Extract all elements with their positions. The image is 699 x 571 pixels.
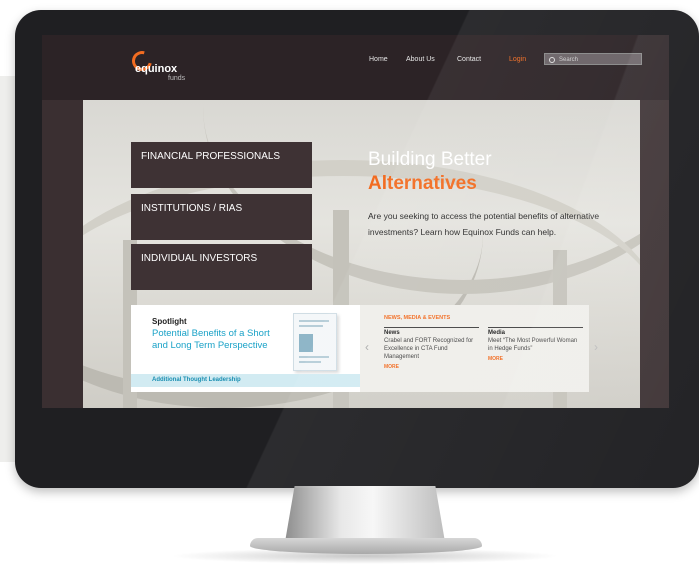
- chevron-left-icon[interactable]: ‹: [365, 340, 369, 354]
- hero-title-line1: Building Better: [368, 149, 492, 170]
- thumbnail-line: [299, 325, 323, 327]
- thumbnail-line: [299, 320, 329, 322]
- additional-thought-leadership-link[interactable]: Additional Thought Leadership: [131, 374, 360, 387]
- spotlight-label: Spotlight: [152, 317, 187, 326]
- website-screen: equinox funds Home About Us Contact Logi…: [42, 35, 669, 408]
- news-more-link[interactable]: MORE: [384, 364, 479, 370]
- news-divider: [384, 327, 479, 328]
- nav-home[interactable]: Home: [369, 56, 388, 63]
- media-item: Media Meet “The Most Powerful Woman in H…: [488, 327, 583, 362]
- logo-subtitle: funds: [168, 75, 186, 82]
- news-item: News Crabel and FORT Recognized for Exce…: [384, 327, 479, 370]
- search-icon: [549, 57, 555, 63]
- nav-login[interactable]: Login: [509, 56, 526, 63]
- news-media-events-panel: ‹ NEWS, MEDIA & EVENTS News Crabel and F…: [360, 305, 589, 392]
- thumbnail-line: [299, 361, 321, 363]
- monitor-stand-neck: [285, 486, 445, 542]
- spotlight-title-link[interactable]: Potential Benefits of a Short and Long T…: [152, 328, 274, 352]
- site-header: equinox funds Home About Us Contact Logi…: [42, 35, 669, 100]
- news-section-label: NEWS, MEDIA & EVENTS: [384, 315, 451, 321]
- right-strip: [640, 100, 669, 408]
- chevron-right-icon[interactable]: ›: [594, 340, 598, 354]
- thumbnail-graphic: [299, 334, 313, 352]
- media-heading: Media: [488, 330, 506, 336]
- thumbnail-line: [299, 356, 329, 358]
- media-more-link[interactable]: MORE: [488, 356, 583, 362]
- financial-professionals-button[interactable]: FINANCIAL PROFESSIONALS: [131, 142, 312, 188]
- individual-investors-button[interactable]: INDIVIDUAL INVESTORS: [131, 244, 312, 290]
- institutions-rias-button[interactable]: INSTITUTIONS / RIAS: [131, 194, 312, 240]
- search-input[interactable]: Search: [544, 53, 642, 65]
- media-body-link[interactable]: Meet “The Most Powerful Woman in Hedge F…: [488, 337, 583, 353]
- hero-title-line2: Alternatives: [368, 173, 477, 194]
- monitor-stand-base: [250, 538, 482, 554]
- spotlight-panel[interactable]: Spotlight Potential Benefits of a Short …: [131, 305, 360, 392]
- media-divider: [488, 327, 583, 328]
- document-thumbnail[interactable]: [293, 313, 337, 371]
- search-placeholder: Search: [559, 57, 579, 63]
- hero-description: Are you seeking to access the potential …: [368, 211, 600, 237]
- news-heading: News: [384, 330, 400, 336]
- logo-name[interactable]: equinox: [135, 63, 177, 75]
- news-body-link[interactable]: Crabel and FORT Recognized for Excellenc…: [384, 337, 479, 361]
- nav-contact[interactable]: Contact: [457, 56, 481, 63]
- nav-about-us[interactable]: About Us: [406, 56, 435, 63]
- left-strip: [42, 100, 83, 408]
